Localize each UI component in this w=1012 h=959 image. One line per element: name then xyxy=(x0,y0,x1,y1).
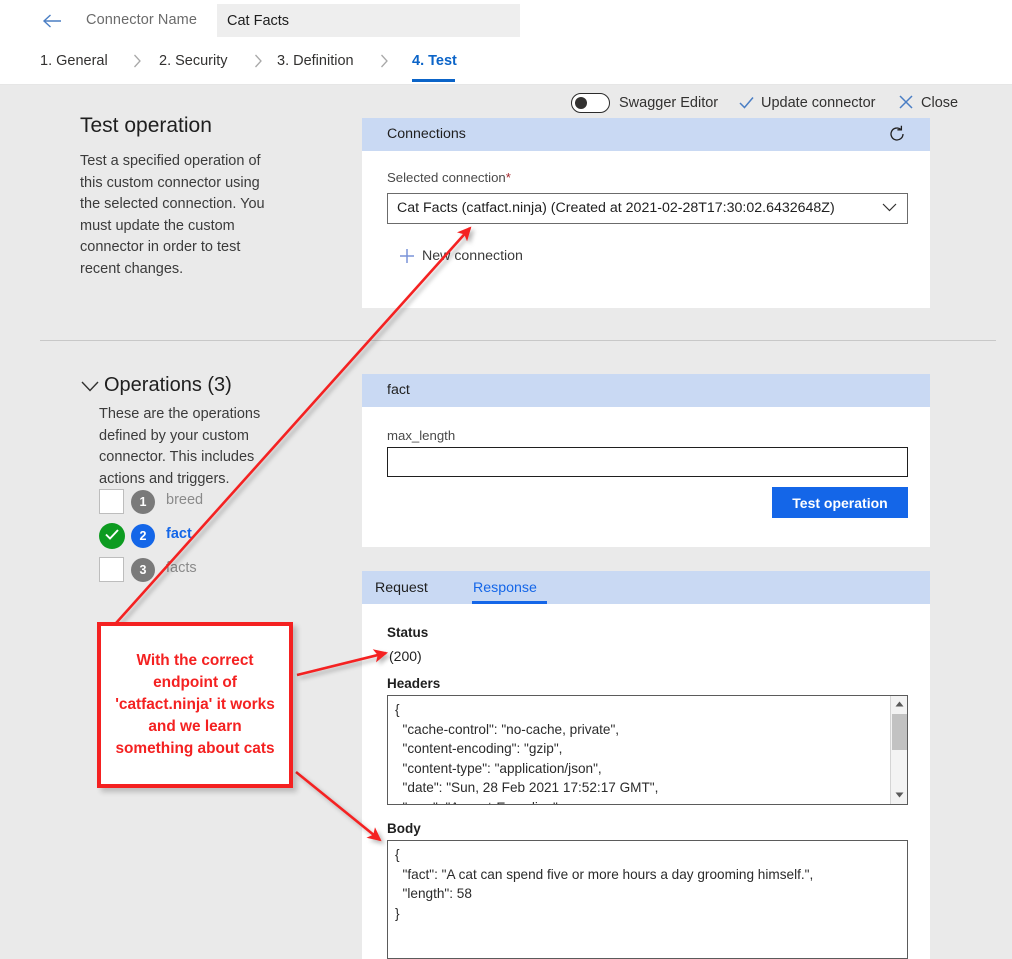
operation-label-fact[interactable]: fact xyxy=(166,526,192,542)
scroll-up-arrow-icon[interactable] xyxy=(891,696,907,713)
max-length-input[interactable] xyxy=(387,447,908,477)
swagger-editor-toggle[interactable] xyxy=(571,93,610,113)
headers-output-text: { "cache-control": "no-cache, private", … xyxy=(395,702,659,804)
connector-name-input[interactable] xyxy=(217,4,520,37)
headers-scrollbar-thumb[interactable] xyxy=(892,714,907,750)
tab-response-underline xyxy=(472,601,547,604)
operation-label-facts[interactable]: facts xyxy=(166,560,197,576)
back-arrow-icon[interactable] xyxy=(41,11,63,31)
tab-response[interactable]: Response xyxy=(473,580,537,596)
top-bar: Connector Name xyxy=(0,0,1012,41)
operation-checkbox-fact[interactable] xyxy=(99,523,125,549)
operation-number-breed: 1 xyxy=(131,490,155,514)
required-marker: * xyxy=(505,170,511,185)
operation-label-breed[interactable]: breed xyxy=(166,492,203,508)
plus-icon[interactable] xyxy=(399,248,415,264)
connections-panel-title: Connections xyxy=(387,126,466,142)
headers-output[interactable]: { "cache-control": "no-cache, private", … xyxy=(387,695,908,805)
step-navigation: 1. General 2. Security 3. Definition 4. … xyxy=(0,41,1012,113)
chevron-right-icon-2 xyxy=(254,54,263,68)
refresh-icon[interactable] xyxy=(888,125,906,143)
status-label: Status xyxy=(387,625,429,640)
chevron-down-icon[interactable] xyxy=(81,381,99,392)
operation-checkbox-facts[interactable] xyxy=(99,557,124,582)
connector-name-label: Connector Name xyxy=(86,12,198,28)
test-operation-button[interactable]: Test operation xyxy=(772,487,908,518)
chevron-down-icon-dropdown xyxy=(882,203,897,212)
response-panel: Request Response Status (200) Headers { … xyxy=(362,571,930,959)
step-test[interactable]: 4. Test xyxy=(412,53,457,69)
operation-panel-header xyxy=(362,374,930,407)
annotation-callout-text: With the correct endpoint of 'catfact.ni… xyxy=(115,652,275,757)
scroll-down-arrow-icon[interactable] xyxy=(891,787,907,804)
swagger-editor-label: Swagger Editor xyxy=(619,95,719,111)
selected-connection-value: Cat Facts (catfact.ninja) (Created at 20… xyxy=(397,200,835,216)
operation-number-fact: 2 xyxy=(131,524,155,548)
selected-connection-dropdown[interactable]: Cat Facts (catfact.ninja) (Created at 20… xyxy=(387,193,908,224)
toggle-knob xyxy=(575,97,587,109)
operation-number-facts: 3 xyxy=(131,558,155,582)
status-value: (200) xyxy=(389,648,422,664)
connections-panel: Connections Selected connection* Cat Fac… xyxy=(362,118,930,308)
chevron-right-icon-3 xyxy=(380,54,389,68)
operation-panel: fact max_length Test operation xyxy=(362,374,930,547)
operations-title: Operations (3) xyxy=(104,374,232,396)
operations-description: These are the operations defined by your… xyxy=(99,406,261,487)
chevron-right-icon-1 xyxy=(133,54,142,68)
annotation-callout-box: With the correct endpoint of 'catfact.ni… xyxy=(97,622,293,788)
new-connection-button[interactable]: New connection xyxy=(422,248,523,264)
operation-panel-title: fact xyxy=(387,382,410,398)
body-label: Body xyxy=(387,821,421,836)
update-connector-button[interactable]: Update connector xyxy=(761,95,875,111)
tab-request[interactable]: Request xyxy=(375,580,428,596)
max-length-label: max_length xyxy=(387,428,456,443)
section-divider xyxy=(40,340,996,341)
step-definition[interactable]: 3. Definition xyxy=(277,53,354,69)
selected-connection-label: Selected connection* xyxy=(387,170,511,185)
step-general[interactable]: 1. General xyxy=(40,53,108,69)
step-test-underline xyxy=(412,79,455,82)
headers-scrollbar[interactable] xyxy=(890,696,907,804)
page-description: Test a specified operation of this custo… xyxy=(80,153,265,277)
headers-label: Headers xyxy=(387,676,441,691)
app-root: Connector Name 1. General 2. Security 3.… xyxy=(0,0,1012,959)
body-output-text: { "fact": "A cat can spend five or more … xyxy=(395,847,814,921)
body-output[interactable]: { "fact": "A cat can spend five or more … xyxy=(387,840,908,959)
operation-checkbox-breed[interactable] xyxy=(99,489,124,514)
page-title: Test operation xyxy=(80,114,212,137)
close-button[interactable]: Close xyxy=(921,95,958,111)
step-security[interactable]: 2. Security xyxy=(159,53,228,69)
response-panel-header xyxy=(362,571,930,604)
close-icon[interactable] xyxy=(898,94,914,110)
check-icon[interactable] xyxy=(738,94,755,111)
selected-connection-label-text: Selected connection xyxy=(387,170,506,185)
